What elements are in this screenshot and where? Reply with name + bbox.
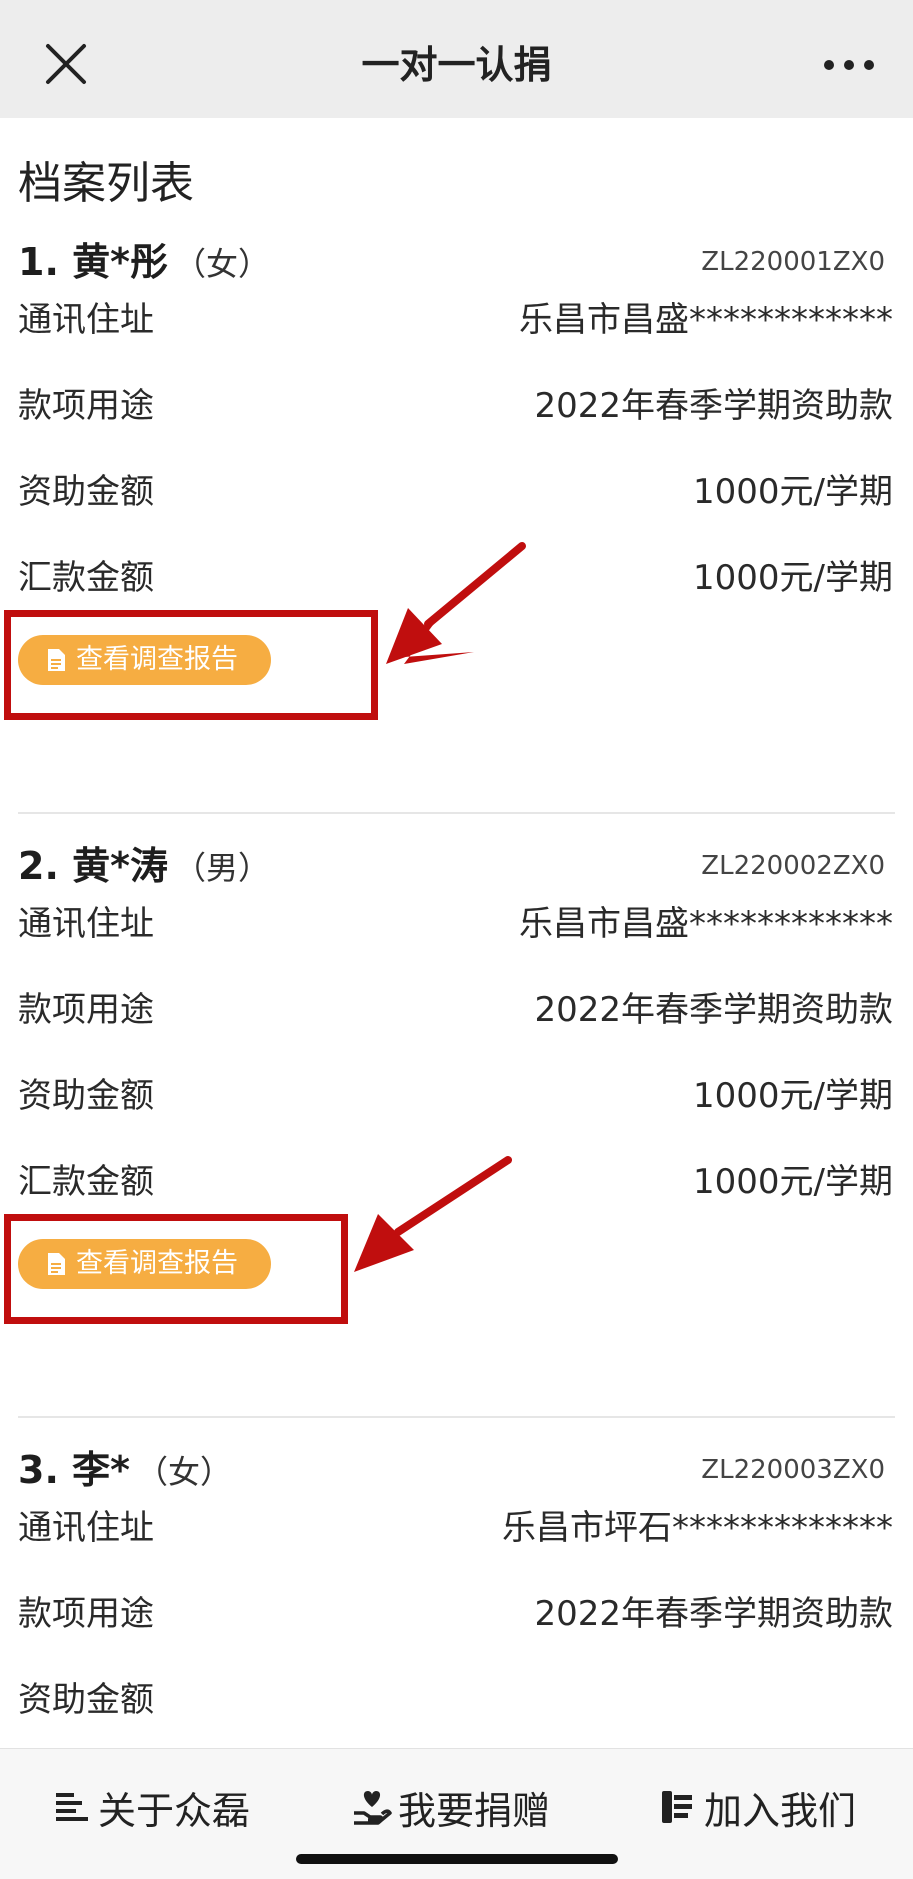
address-label: 通讯住址 — [18, 1508, 154, 1548]
annotation-highlight-box — [4, 1214, 348, 1324]
remit-amount-label: 汇款金额 — [18, 1162, 154, 1202]
record-code: ZL220002ZX0 — [701, 851, 885, 881]
tab-donate-label: 我要捐赠 — [398, 1788, 551, 1833]
annotation-highlight-box — [4, 610, 378, 720]
tab-about-label: 关于众磊 — [98, 1788, 251, 1833]
address-label: 通讯住址 — [18, 904, 154, 944]
more-icon[interactable] — [821, 50, 877, 80]
remit-amount-label: 汇款金额 — [18, 558, 154, 598]
record-card-2: 2. 黄*涛 （男） ZL220002ZX0 通讯住址 乐昌市昌盛********… — [0, 816, 913, 1420]
aid-amount-label: 资助金额 — [18, 472, 154, 512]
record-name: 2. 黄*涛 — [18, 844, 168, 888]
record-code: ZL220003ZX0 — [701, 1455, 885, 1485]
record-name: 1. 黄*彤 — [18, 240, 168, 284]
card-divider — [18, 812, 895, 814]
remit-amount-value: 1000元/学期 — [693, 558, 893, 598]
navigation-bar: 一对一认捐 — [0, 0, 913, 118]
list-heading: 档案列表 — [18, 158, 194, 209]
remit-amount-value: 1000元/学期 — [693, 1162, 893, 1202]
record-gender: （女） — [135, 1453, 232, 1491]
address-value: 乐昌市昌盛************ — [519, 904, 893, 944]
record-name: 3. 李* — [18, 1448, 130, 1492]
tab-about[interactable]: 关于众磊 — [52, 1779, 250, 1835]
purpose-value: 2022年春季学期资助款 — [534, 1594, 893, 1634]
list-icon — [56, 1793, 88, 1821]
page-title: 一对一认捐 — [361, 43, 552, 87]
aid-amount-value: 1000元/学期 — [693, 1076, 893, 1116]
purpose-value: 2022年春季学期资助款 — [534, 990, 893, 1030]
tab-donate[interactable]: 我要捐赠 — [352, 1779, 550, 1835]
purpose-label: 款项用途 — [18, 990, 154, 1030]
join-icon — [662, 1791, 692, 1823]
card-divider — [18, 1416, 895, 1418]
address-value: 乐昌市坪石************* — [502, 1508, 893, 1548]
record-card-1: 1. 黄*彤 （女） ZL220001ZX0 通讯住址 乐昌市昌盛********… — [0, 212, 913, 816]
record-code: ZL220001ZX0 — [701, 247, 885, 277]
aid-amount-label: 资助金额 — [18, 1680, 154, 1720]
record-gender: （女） — [173, 245, 270, 283]
purpose-label: 款项用途 — [18, 1594, 154, 1634]
tab-join-label: 加入我们 — [704, 1788, 857, 1833]
record-card-3: 3. 李* （女） ZL220003ZX0 通讯住址 乐昌市坪石*********… — [0, 1420, 913, 1748]
address-label: 通讯住址 — [18, 300, 154, 340]
purpose-label: 款项用途 — [18, 386, 154, 426]
record-title: 2. 黄*涛 （男） — [18, 836, 270, 896]
record-gender: （男） — [173, 849, 270, 887]
address-value: 乐昌市昌盛************ — [519, 300, 893, 340]
home-indicator — [296, 1854, 618, 1864]
aid-amount-label: 资助金额 — [18, 1076, 154, 1116]
tab-join[interactable]: 加入我们 — [658, 1779, 856, 1835]
record-title: 1. 黄*彤 （女） — [18, 232, 270, 292]
purpose-value: 2022年春季学期资助款 — [534, 386, 893, 426]
aid-amount-value: 1000元/学期 — [693, 472, 893, 512]
donate-hand-icon — [354, 1791, 392, 1825]
record-title: 3. 李* （女） — [18, 1440, 232, 1500]
